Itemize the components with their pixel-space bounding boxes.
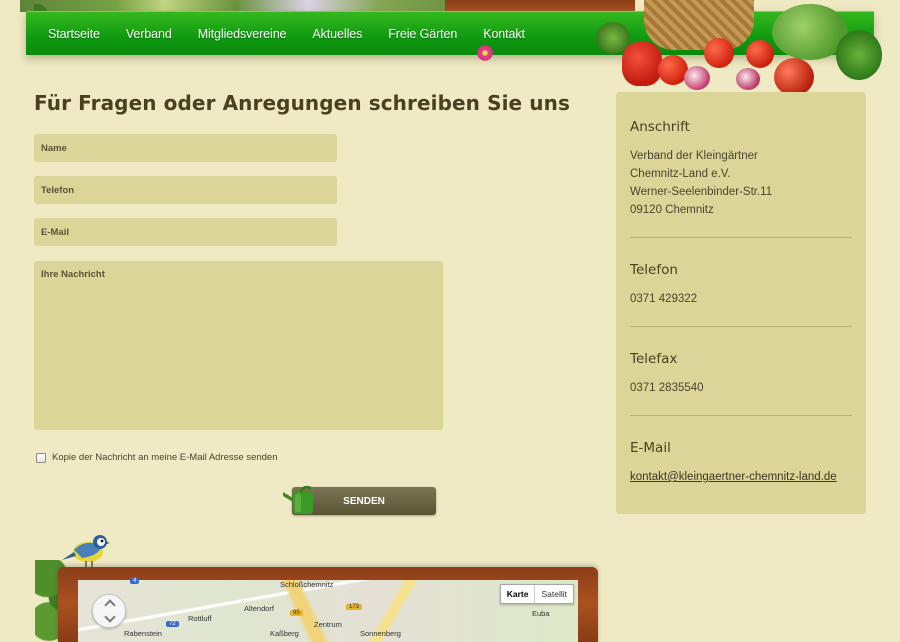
road-number-badge: 173 (346, 604, 363, 610)
fax-section: Telefax 0371 2835540 (630, 351, 852, 415)
nav-item-mitgliedsvereine[interactable]: Mitgliedsvereine (185, 27, 300, 41)
radish-icon (684, 66, 710, 90)
herbs-icon (596, 22, 630, 54)
road-number-badge: 95 (290, 610, 303, 616)
pepper-icon (622, 42, 662, 86)
map-label: Rabenstein (124, 629, 162, 638)
watering-can-icon (283, 485, 313, 514)
email-input[interactable] (34, 218, 337, 246)
leaf-icon (836, 30, 882, 80)
tomato-icon (746, 40, 774, 68)
radish-icon (736, 68, 760, 90)
fax-title: Telefax (630, 351, 678, 367)
nav-item-aktuelles[interactable]: Aktuelles (299, 27, 375, 41)
nav-item-kontakt[interactable]: Kontakt (470, 27, 538, 41)
map-label: Schloßchemnitz (280, 580, 334, 589)
active-nav-flower-icon (476, 44, 494, 62)
map-label: Zentrum (314, 620, 342, 629)
email-section: E-Mail kontakt@kleingaertner-chemnitz-la… (630, 440, 852, 504)
copy-checkbox[interactable] (36, 452, 46, 463)
divider (630, 326, 852, 327)
send-button-label: SENDEN (343, 495, 385, 507)
nav-item-verband[interactable]: Verband (113, 27, 185, 41)
road-number-badge: 4 (130, 578, 140, 584)
address-line: Verband der Kleingärtner (630, 150, 758, 162)
address-line: Werner-Seelenbinder-Str.11 (630, 186, 773, 198)
map-type-switcher: Karte Satellit (499, 584, 574, 604)
divider (630, 237, 852, 238)
copy-option-row: Kopie der Nachricht an meine E-Mail Adre… (36, 452, 277, 463)
apple-icon (774, 58, 814, 96)
tomato-icon (704, 38, 734, 68)
address-section: Anschrift Verband der Kleingärtner Chemn… (630, 119, 852, 237)
phone-input[interactable] (34, 176, 337, 204)
address-title: Anschrift (630, 119, 690, 135)
map-label: Kaßberg (270, 629, 299, 638)
nav-item-freie-gaerten[interactable]: Freie Gärten (375, 27, 470, 41)
map-type-karte-button[interactable]: Karte (501, 585, 536, 603)
bird-icon (62, 535, 110, 568)
map-label: Rottluff (188, 614, 212, 623)
phone-number: 0371 429322 (630, 293, 698, 305)
email-title: E-Mail (630, 440, 671, 456)
vegetable-basket-decoration (596, 0, 888, 100)
message-textarea[interactable] (34, 261, 443, 430)
basket-weave (644, 0, 754, 50)
address-line: 09120 Chemnitz (630, 204, 714, 216)
road-number-badge: 72 (166, 621, 179, 627)
copy-checkbox-label: Kopie der Nachricht an meine E-Mail Adre… (52, 452, 278, 463)
fax-number: 0371 2835540 (630, 382, 704, 394)
email-link[interactable]: kontakt@kleingaertner-chemnitz-land.de (630, 468, 852, 486)
phone-title: Telefon (630, 262, 678, 278)
map-label: Sonnenberg (360, 629, 401, 638)
nav-item-startseite[interactable]: Startseite (35, 27, 113, 41)
address-line: Chemnitz-Land e.V. (630, 168, 731, 180)
contact-sidebar: Anschrift Verband der Kleingärtner Chemn… (616, 92, 866, 514)
name-input[interactable] (34, 134, 337, 162)
map-pan-control[interactable] (92, 594, 126, 628)
map-label: Altendorf (244, 604, 275, 613)
page-title: Für Fragen oder Anregungen schreiben Sie… (34, 91, 570, 115)
map-type-satellit-button[interactable]: Satellit (535, 585, 573, 603)
map-label: Euba (532, 609, 550, 618)
map-view[interactable]: Karte Satellit Schloßchemnitz Altendorf … (78, 578, 578, 642)
divider (630, 415, 852, 416)
phone-section: Telefon 0371 429322 (630, 262, 852, 326)
